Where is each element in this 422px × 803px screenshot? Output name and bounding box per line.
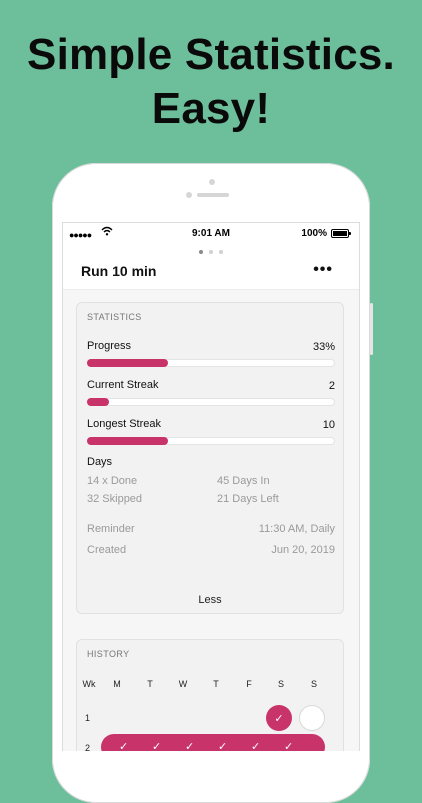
side-button [370,303,373,355]
check-icon: ✓ [284,741,294,751]
progress-value: 33% [312,341,335,353]
column-header-mon: M [113,679,121,689]
statistics-title: STATISTICS [87,312,142,322]
longest-streak-value: 10 [322,419,335,431]
history-card: HISTORY Wk M T W T F S S 1 ✓ 2 ✓ ✓ ✓ ✓ ✓… [76,639,344,751]
check-icon: ✓ [274,712,284,725]
day-done-check[interactable]: ✓ [266,705,292,731]
navigation-bar: Run 10 min ••• [63,251,359,290]
page-title: Run 10 min [81,263,157,279]
check-icon: ✓ [218,741,228,751]
column-header-sat: S [277,679,284,689]
current-streak-bar-fill [87,398,110,406]
less-button[interactable]: Less [77,594,343,606]
current-streak-value: 2 [328,380,335,392]
check-icon: ✓ [185,741,195,751]
week-streak-bar[interactable]: ✓ ✓ ✓ ✓ ✓ ✓ [101,734,325,751]
earpiece-speaker [197,193,229,197]
current-streak-label: Current Streak [87,379,159,391]
battery-percent: 100% [301,228,327,239]
progress-label: Progress [87,340,132,352]
check-icon: ✓ [251,741,261,751]
app-screen: ●●●●● 9:01 AM 100% Run 10 min ••• STATIS… [62,222,360,751]
column-header-fri: F [246,679,252,689]
battery-icon [331,229,351,238]
column-header-sun: S [310,679,317,689]
statistics-card: STATISTICS Progress 33% Current Streak 2… [76,302,344,614]
column-header-thu: T [213,679,219,689]
reminder-label: Reminder [87,523,135,535]
content-area: STATISTICS Progress 33% Current Streak 2… [63,290,359,751]
promo-headline-line2: Easy! [151,84,271,133]
column-header-week: Wk [82,679,96,689]
current-streak-bar [87,398,335,406]
days-left: 21 Days Left [217,493,279,505]
column-header-tue: T [147,679,153,689]
created-value: Jun 20, 2019 [271,544,335,556]
check-icon: ✓ [152,741,162,751]
days-in: 45 Days In [217,475,270,487]
history-title: HISTORY [87,649,130,659]
progress-bar [87,359,335,367]
longest-streak-bar-fill [87,437,169,445]
week-number: 1 [85,713,91,723]
days-done: 14 x Done [87,475,138,487]
created-label: Created [87,544,127,556]
progress-bar-fill [87,359,169,367]
days-skipped: 32 Skipped [87,493,143,505]
sensor-dot [186,192,192,198]
check-icon: ✓ [119,741,129,751]
promo-headline-line1: Simple Statistics. [27,30,395,79]
status-bar: ●●●●● 9:01 AM 100% [63,223,359,243]
column-header-wed: W [178,679,188,689]
more-options-icon[interactable]: ••• [313,261,333,279]
day-empty[interactable] [299,705,325,731]
longest-streak-bar [87,437,335,445]
reminder-value: 11:30 AM, Daily [258,523,335,535]
days-title: Days [87,456,113,468]
front-camera [209,179,215,185]
longest-streak-label: Longest Streak [87,418,161,430]
